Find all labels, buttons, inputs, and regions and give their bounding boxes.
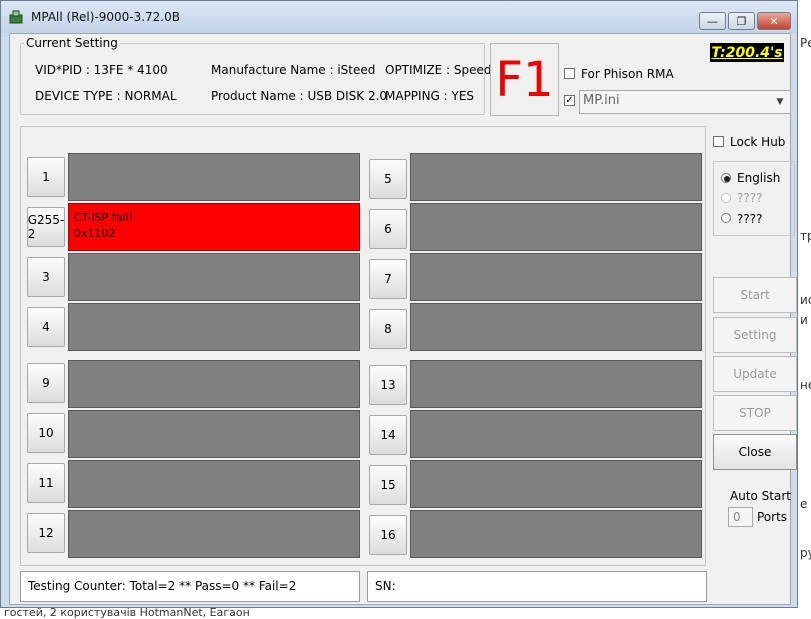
setting-button[interactable]: Setting [713, 317, 797, 353]
product-name-label: Product Name : USB DISK 2.0 [211, 89, 388, 103]
vid-pid-label: VID*PID : 13FE * 4100 [35, 63, 168, 77]
port-button-1[interactable]: 1 [27, 157, 65, 197]
background-text-4: и [800, 313, 808, 327]
port-button-12[interactable]: 12 [27, 513, 65, 553]
language-label-english: English [737, 171, 781, 185]
port-status-15 [410, 460, 702, 508]
port-button-8[interactable]: 8 [369, 309, 407, 349]
current-setting-group: VID*PID : 13FE * 4100 Manufacture Name :… [20, 43, 492, 115]
port-status-14 [410, 410, 702, 458]
mp-ini-checkbox[interactable]: ✓ [564, 95, 575, 106]
optimize-label: OPTIMIZE : Speed [385, 63, 492, 77]
language-label-2: ???? [737, 191, 763, 205]
client-area: VID*PID : 13FE * 4100 Manufacture Name :… [9, 33, 797, 605]
language-radio-english[interactable] [721, 173, 731, 183]
update-button[interactable]: Update [713, 356, 797, 392]
lock-hub-label: Lock Hub [730, 135, 786, 149]
port-status-1 [68, 153, 360, 201]
language-group: English ???? ???? [713, 161, 795, 236]
port-button-3[interactable]: 3 [27, 257, 65, 297]
port-button-2[interactable]: G255-2 [27, 207, 65, 247]
port-status-10 [68, 410, 360, 458]
ports-label: Ports [757, 510, 788, 524]
port-button-16[interactable]: 16 [369, 515, 407, 555]
title-bar[interactable]: MPAll (Rel)-9000-3.72.0B — ❐ ✕ [1, 1, 797, 33]
lock-hub-checkbox[interactable] [713, 136, 724, 147]
phison-rma-checkbox[interactable] [564, 68, 575, 79]
port-button-14[interactable]: 14 [369, 415, 407, 455]
testing-counter: Testing Counter: Total=2 ** Pass=0 ** Fa… [20, 571, 360, 602]
background-text-7: ру [800, 546, 811, 560]
language-radio-3[interactable] [721, 213, 731, 223]
port-status-2-message: CT-ISP fail! [74, 211, 133, 224]
port-button-9[interactable]: 9 [27, 363, 65, 403]
port-status-6 [410, 203, 702, 251]
port-button-13[interactable]: 13 [369, 365, 407, 405]
port-status-8 [410, 303, 702, 351]
port-button-10[interactable]: 10 [27, 413, 65, 453]
port-button-11[interactable]: 11 [27, 463, 65, 503]
chevron-down-icon[interactable]: ▼ [772, 94, 788, 110]
app-icon [9, 10, 23, 24]
start-button[interactable]: Start [713, 277, 797, 313]
port-status-7 [410, 253, 702, 301]
f1-indicator: F1 [490, 43, 559, 116]
port-button-4[interactable]: 4 [27, 307, 65, 347]
mp-ini-select[interactable]: MP.ini ▼ [579, 90, 791, 114]
stop-button[interactable]: STOP [713, 395, 797, 431]
port-status-4 [68, 303, 360, 351]
port-button-7[interactable]: 7 [369, 259, 407, 299]
close-button[interactable]: Close [713, 434, 797, 470]
port-button-6[interactable]: 6 [369, 209, 407, 249]
background-text-3: ис [800, 293, 811, 307]
minimize-button[interactable]: — [699, 12, 726, 30]
app-window: MPAll (Rel)-9000-3.72.0B — ❐ ✕ VID*PID :… [0, 0, 798, 608]
sn-field: SN: [367, 571, 707, 602]
close-window-button[interactable]: ✕ [757, 12, 791, 30]
background-text-6: е [800, 497, 808, 511]
port-status-11 [68, 460, 360, 508]
phison-rma-label: For Phison RMA [581, 67, 674, 81]
auto-start-ports-input[interactable]: 0 [728, 507, 753, 527]
ports-panel: 1 G255-2 CT-ISP fail! 0x1102 3 4 9 10 11… [20, 126, 706, 566]
background-text-1: Ре [800, 36, 811, 50]
port-status-5 [410, 153, 702, 201]
device-type-label: DEVICE TYPE : NORMAL [35, 89, 177, 103]
port-status-9 [68, 360, 360, 408]
language-label-3: ???? [737, 212, 763, 226]
manufacture-name-label: Manufacture Name : iSteed [211, 63, 376, 77]
mapping-label: MAPPING : YES [385, 89, 475, 103]
timer-display: T:200.4's [710, 43, 784, 62]
maximize-button[interactable]: ❐ [728, 12, 755, 30]
port-status-2-code: 0x1102 [74, 227, 116, 240]
port-status-3 [68, 253, 360, 301]
background-text-5: не [800, 378, 811, 392]
port-status-16 [410, 510, 702, 558]
language-radio-2[interactable] [721, 193, 731, 203]
window-title: MPAll (Rel)-9000-3.72.0B [31, 10, 180, 24]
background-text-2: тр [800, 229, 811, 243]
port-status-12 [68, 510, 360, 558]
port-status-13 [410, 360, 702, 408]
mp-ini-value: MP.ini [583, 93, 620, 108]
auto-start-label: Auto Start [730, 489, 791, 503]
port-button-5[interactable]: 5 [369, 159, 407, 199]
current-setting-legend: Current Setting [24, 36, 120, 50]
port-button-15[interactable]: 15 [369, 465, 407, 505]
port-status-2: CT-ISP fail! 0x1102 [68, 203, 360, 251]
